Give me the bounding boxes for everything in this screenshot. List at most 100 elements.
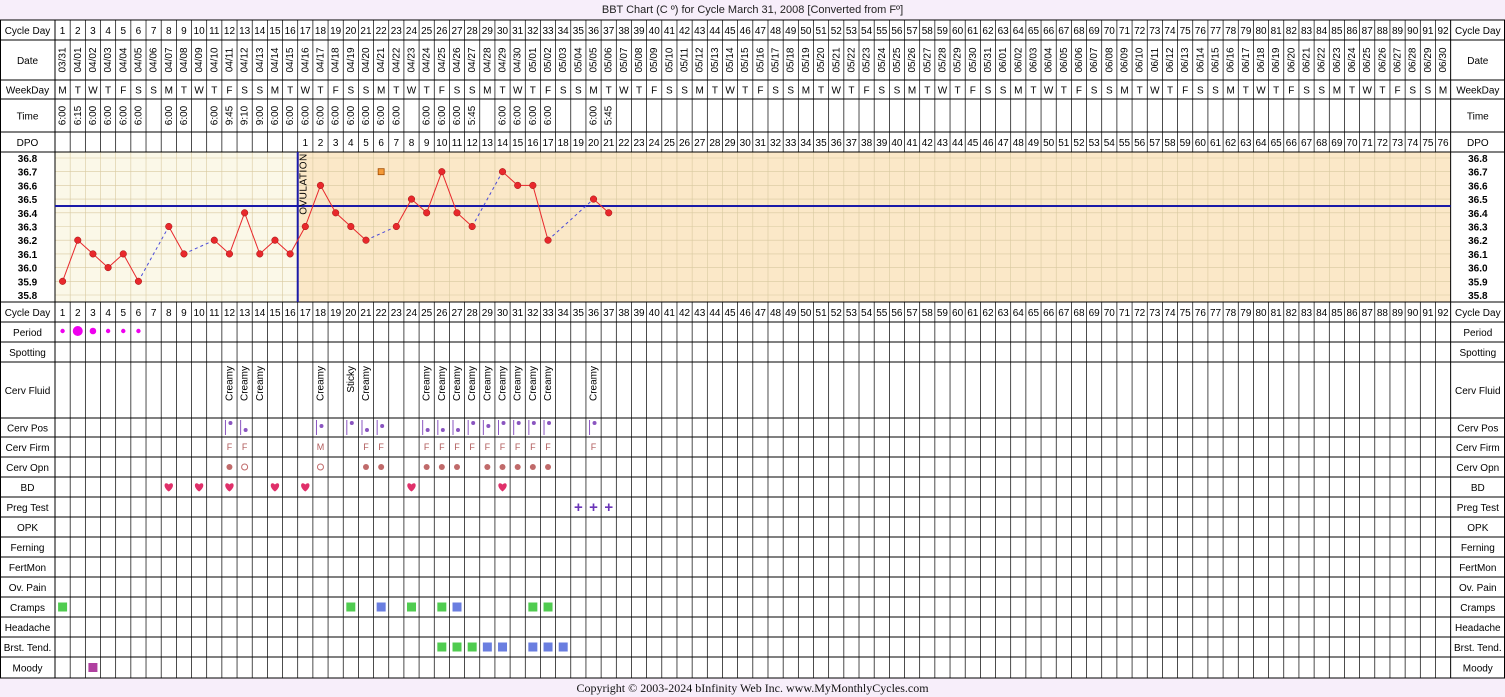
dpo-number: 59	[1180, 138, 1192, 149]
row-label-left: Preg Test	[6, 503, 48, 514]
cycle-day-number: 65	[1028, 26, 1040, 37]
weekday-label: T	[636, 86, 642, 97]
date-label: 04/18	[331, 47, 342, 72]
cycle-day-number: 79	[1240, 26, 1252, 37]
row-label-right: Cycle Day	[1455, 26, 1501, 37]
cerv-opn-closed	[484, 464, 491, 470]
cycle-day-number: 34	[558, 26, 570, 37]
cycle-day-number: 75	[1180, 26, 1192, 37]
dpo-number: 72	[1377, 138, 1389, 149]
weekday-label: F	[1076, 86, 1082, 97]
dpo-number: 23	[633, 138, 645, 149]
date-label: 04/02	[88, 47, 99, 72]
weekday-label: M	[1439, 86, 1447, 97]
cerv-firm-label: F	[515, 442, 521, 452]
cerv-fluid-label: Creamy	[589, 366, 600, 401]
cerv-pos-dot	[516, 421, 521, 425]
brst-tend-marker	[528, 642, 538, 652]
weekday-label: T	[1243, 86, 1249, 97]
weekday-label: T	[499, 86, 505, 97]
weekday-label: T	[606, 86, 612, 97]
temp-point	[347, 222, 355, 231]
cramps-marker	[528, 602, 538, 612]
cerv-firm-label: F	[439, 442, 445, 452]
date-label: 04/13	[255, 47, 266, 72]
date-label: 05/20	[816, 47, 827, 72]
weekday-label: F	[651, 86, 657, 97]
cycle-day-number: 14	[254, 26, 266, 37]
weekday-label: T	[1030, 86, 1036, 97]
dpo-number: 33	[785, 138, 797, 149]
cycle-day-number: 70	[1104, 308, 1116, 319]
cycle-day-number: 29	[482, 308, 494, 319]
dpo-number: 52	[1073, 138, 1085, 149]
cycle-day-number: 32	[527, 26, 539, 37]
date-label: 06/28	[1408, 47, 1419, 72]
cycle-day-number: 80	[1255, 308, 1267, 319]
cycle-day-number: 92	[1437, 26, 1449, 37]
temp-point	[225, 250, 234, 258]
date-label: 05/19	[801, 47, 812, 72]
cerv-firm-label: F	[363, 442, 369, 452]
cycle-day-number: 23	[391, 308, 403, 319]
brst-tend-marker	[452, 642, 462, 652]
date-label: 05/10	[664, 47, 675, 72]
weekday-label: S	[1212, 86, 1219, 97]
weekday-label: W	[301, 86, 311, 97]
cycle-day-number: 72	[1134, 308, 1146, 319]
temp-point	[316, 181, 325, 189]
cycle-day-number: 69	[1089, 308, 1101, 319]
temp-point	[423, 209, 431, 217]
dpo-number: 2	[318, 138, 324, 149]
row-label-right: Ov. Pain	[1459, 583, 1497, 594]
weekday-label: M	[1333, 86, 1341, 97]
cycle-day-number: 62	[982, 26, 994, 37]
date-label: 05/16	[755, 47, 766, 72]
weekday-label: T	[742, 86, 748, 97]
weekday-label: W	[407, 86, 417, 97]
cycle-day-number: 15	[269, 26, 281, 37]
row-label-right: Brst. Tend.	[1454, 643, 1502, 654]
row-label-right: FertMon	[1459, 563, 1496, 574]
row-label-right: Cerv Fluid	[1455, 386, 1501, 397]
y-tick-left: 36.6	[18, 181, 38, 192]
dpo-number: 40	[891, 138, 903, 149]
date-label: 04/17	[315, 47, 326, 72]
cycle-day-number: 58	[922, 308, 934, 319]
cycle-day-number: 77	[1210, 26, 1222, 37]
weekday-label: S	[878, 86, 885, 97]
time-label: 5:45	[467, 105, 478, 125]
weekday-label: W	[832, 86, 842, 97]
row-label-left: Ferning	[11, 543, 45, 554]
cerv-pos-dot	[471, 421, 476, 425]
time-label: 6:00	[589, 105, 600, 125]
weekday-label: W	[88, 86, 98, 97]
time-label: 6:00	[300, 105, 311, 125]
cerv-pos-dot	[380, 424, 385, 428]
date-label: 05/14	[725, 47, 736, 72]
cerv-firm-label: F	[424, 442, 430, 452]
cycle-day-number: 50	[800, 26, 812, 37]
time-label: 6:00	[391, 105, 402, 125]
date-label: 04/14	[270, 47, 281, 72]
cerv-opn-closed	[438, 464, 445, 470]
cycle-day-number: 56	[891, 308, 903, 319]
cerv-opn-open	[316, 463, 324, 471]
weekday-label: S	[347, 86, 354, 97]
cycle-day-number: 89	[1392, 308, 1404, 319]
cycle-day-number: 49	[785, 26, 797, 37]
dpo-number: 4	[348, 138, 354, 149]
cycle-day-number: 27	[451, 26, 463, 37]
cerv-firm-label: F	[469, 442, 475, 452]
cycle-day-number: 20	[345, 308, 357, 319]
row-label-right: WeekDay	[1456, 86, 1499, 97]
cycle-day-number: 92	[1437, 308, 1449, 319]
brst-tend-marker	[467, 642, 477, 652]
cycle-day-number: 84	[1316, 26, 1328, 37]
cycle-day-number: 44	[709, 26, 721, 37]
cycle-day-number: 23	[391, 26, 403, 37]
weekday-label: M	[58, 86, 66, 97]
cycle-day-number: 25	[421, 308, 433, 319]
time-label: 9:10	[240, 105, 251, 125]
date-label: 06/12	[1165, 47, 1176, 72]
